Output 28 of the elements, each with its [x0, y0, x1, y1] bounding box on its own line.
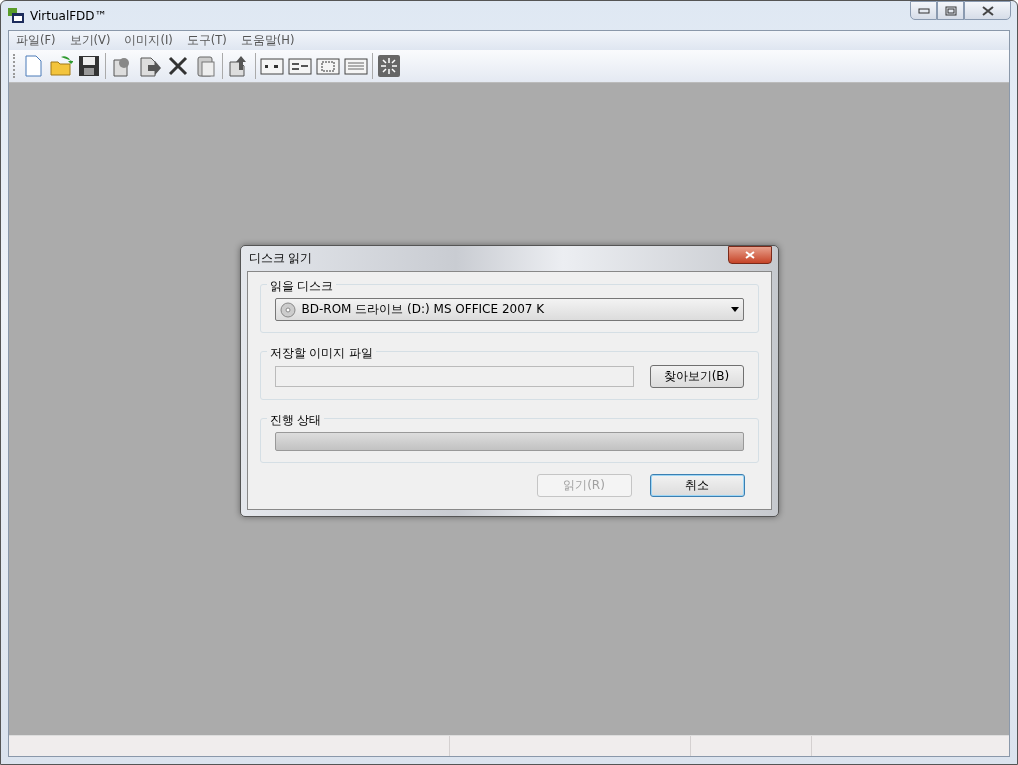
close-button[interactable]: [964, 1, 1011, 20]
close-button[interactable]: [727, 246, 772, 264]
maximize-icon: [944, 5, 957, 16]
group-label: 읽을 디스크: [266, 278, 337, 295]
menu-item[interactable]: 파일(F): [9, 33, 63, 48]
menu-item[interactable]: 이미지(I): [117, 33, 180, 48]
loading-spinner-icon[interactable]: [377, 54, 401, 78]
dropdown-arrow-icon: [730, 307, 739, 312]
dialog-button[interactable]: 취소: [649, 474, 745, 497]
menu-item[interactable]: 도구(T): [179, 33, 234, 48]
minimize-button[interactable]: [910, 1, 937, 20]
menu-item[interactable]: 도움말(H): [233, 33, 302, 48]
group-label: 저장할 이미지 파일: [266, 345, 377, 362]
group-label: 진행 상태: [266, 412, 325, 429]
browse-button[interactable]: 찾아보기(B): [649, 365, 744, 388]
maximize-button[interactable]: [937, 1, 964, 20]
close-icon: [744, 251, 755, 259]
drive-dropdown[interactable]: BD-ROM 드라이브 (D:) MS OFFICE 2007 K: [274, 298, 744, 321]
app-icon: [8, 7, 24, 24]
minimize-icon: [917, 7, 930, 14]
disc-icon: [279, 301, 296, 318]
document-arrow-icon[interactable]: [138, 54, 162, 78]
window-title: VirtualFDD™: [30, 8, 107, 23]
menu-item[interactable]: 보기(V): [62, 33, 118, 48]
dialog-title: 디스크 읽기: [248, 250, 313, 267]
clipboard-icon[interactable]: [194, 54, 218, 78]
close-icon: [981, 5, 994, 16]
delete-icon[interactable]: [166, 54, 190, 78]
